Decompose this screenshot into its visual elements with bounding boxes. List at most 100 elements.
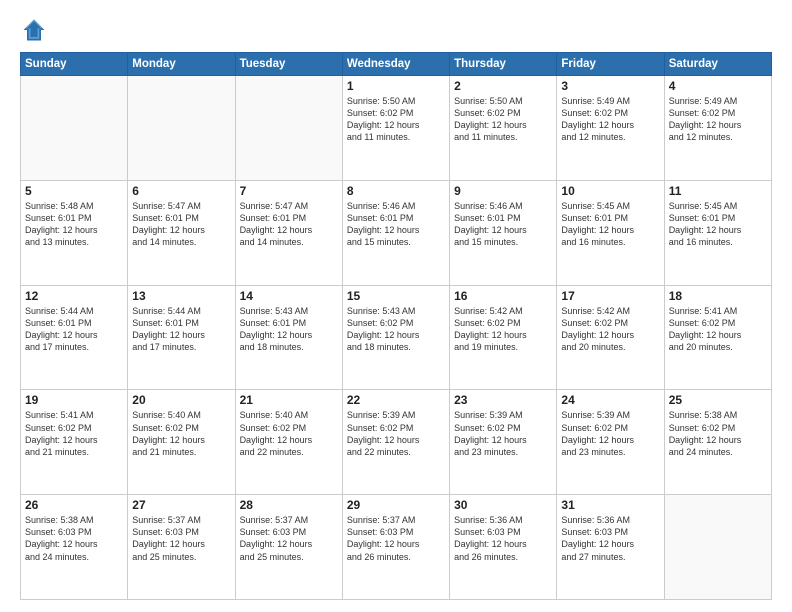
calendar-cell: 23 Sunrise: 5:39 AM Sunset: 6:02 PM Dayli… <box>450 390 557 495</box>
cell-sun-info: Sunrise: 5:39 AM Sunset: 6:02 PM Dayligh… <box>454 409 552 458</box>
day-number: 28 <box>240 498 338 512</box>
cell-sun-info: Sunrise: 5:45 AM Sunset: 6:01 PM Dayligh… <box>561 200 659 249</box>
calendar-cell <box>21 76 128 181</box>
calendar-cell: 3Sunrise: 5:49 AM Sunset: 6:02 PM Daylig… <box>557 76 664 181</box>
day-number: 6 <box>132 184 230 198</box>
calendar-cell: 2Sunrise: 5:50 AM Sunset: 6:02 PM Daylig… <box>450 76 557 181</box>
calendar-cell: 5 Sunrise: 5:48 AM Sunset: 6:01 PM Daylig… <box>21 180 128 285</box>
cell-sun-info: Sunrise: 5:44 AM Sunset: 6:01 PM Dayligh… <box>132 305 230 354</box>
cell-sun-info: Sunrise: 5:41 AM Sunset: 6:02 PM Dayligh… <box>669 305 767 354</box>
day-number: 5 <box>25 184 123 198</box>
calendar-cell: 25 Sunrise: 5:38 AM Sunset: 6:02 PM Dayli… <box>664 390 771 495</box>
calendar-cell: 12Sunrise: 5:44 AM Sunset: 6:01 PM Dayli… <box>21 285 128 390</box>
day-number: 31 <box>561 498 659 512</box>
calendar-week-row: 12 Sunrise: 5:44 AM Sunset: 6:01 PM Dayli… <box>21 285 772 390</box>
day-number: 21 <box>240 393 338 407</box>
calendar-cell <box>235 76 342 181</box>
calendar-week-row: 1 Sunrise: 5:50 AM Sunset: 6:02 PM Daylig… <box>21 76 772 181</box>
day-number: 18 <box>669 289 767 303</box>
day-number: 11 <box>669 184 767 198</box>
logo <box>20 16 52 44</box>
calendar-cell: 20 Sunrise: 5:40 AM Sunset: 6:02 PM Dayli… <box>128 390 235 495</box>
cell-sun-info: Sunrise: 5:47 AM Sunset: 6:01 PM Dayligh… <box>240 200 338 249</box>
cell-sun-info: Sunrise: 5:42 AM Sunset: 6:02 PM Dayligh… <box>454 305 552 354</box>
calendar-cell: 29 Sunrise: 5:37 AM Sunset: 6:03 PM Dayli… <box>342 495 449 600</box>
cell-sun-info: Sunrise: 5:50 AM Sunset: 6:02 PM Dayligh… <box>454 95 552 144</box>
calendar-cell: 17 Sunrise: 5:42 AM Sunset: 6:02 PM Dayli… <box>557 285 664 390</box>
calendar-week-row: 5 Sunrise: 5:48 AM Sunset: 6:01 PM Daylig… <box>21 180 772 285</box>
cell-sun-info: Sunrise: 5:40 AM Sunset: 6:02 PM Dayligh… <box>132 409 230 458</box>
day-number: 23 <box>454 393 552 407</box>
cell-sun-info: Sunrise: 5:37 AM Sunset: 6:03 PM Dayligh… <box>347 514 445 563</box>
calendar-cell: 14Sunrise: 5:43 AM Sunset: 6:01 PM Dayli… <box>235 285 342 390</box>
cell-sun-info: Sunrise: 5:41 AM Sunset: 6:02 PM Dayligh… <box>25 409 123 458</box>
cell-sun-info: Sunrise: 5:38 AM Sunset: 6:03 PM Dayligh… <box>25 514 123 563</box>
calendar-header-row: SundayMondayTuesdayWednesdayThursdayFrid… <box>21 53 772 76</box>
day-number: 20 <box>132 393 230 407</box>
day-number: 17 <box>561 289 659 303</box>
day-number: 29 <box>347 498 445 512</box>
cell-sun-info: Sunrise: 5:36 AM Sunset: 6:03 PM Dayligh… <box>561 514 659 563</box>
calendar-cell: 15 Sunrise: 5:43 AM Sunset: 6:02 PM Dayli… <box>342 285 449 390</box>
cell-sun-info: Sunrise: 5:40 AM Sunset: 6:02 PM Dayligh… <box>240 409 338 458</box>
calendar-cell: 21 Sunrise: 5:40 AM Sunset: 6:02 PM Dayli… <box>235 390 342 495</box>
calendar-cell: 31 Sunrise: 5:36 AM Sunset: 6:03 PM Dayli… <box>557 495 664 600</box>
calendar-table: SundayMondayTuesdayWednesdayThursdayFrid… <box>20 52 772 600</box>
cell-sun-info: Sunrise: 5:48 AM Sunset: 6:01 PM Dayligh… <box>25 200 123 249</box>
header <box>20 16 772 44</box>
calendar-cell: 27 Sunrise: 5:37 AM Sunset: 6:03 PM Dayli… <box>128 495 235 600</box>
day-number: 24 <box>561 393 659 407</box>
calendar-cell: 8 Sunrise: 5:46 AM Sunset: 6:01 PM Daylig… <box>342 180 449 285</box>
day-number: 22 <box>347 393 445 407</box>
day-number: 1 <box>347 79 445 93</box>
day-number: 25 <box>669 393 767 407</box>
day-number: 26 <box>25 498 123 512</box>
cell-sun-info: Sunrise: 5:46 AM Sunset: 6:01 PM Dayligh… <box>454 200 552 249</box>
page: SundayMondayTuesdayWednesdayThursdayFrid… <box>0 0 792 612</box>
day-number: 4 <box>669 79 767 93</box>
calendar-cell: 7 Sunrise: 5:47 AM Sunset: 6:01 PM Daylig… <box>235 180 342 285</box>
cell-sun-info: Sunrise: 5:42 AM Sunset: 6:02 PM Dayligh… <box>561 305 659 354</box>
day-number: 27 <box>132 498 230 512</box>
day-number: 30 <box>454 498 552 512</box>
day-number: 15 <box>347 289 445 303</box>
calendar-cell: 18 Sunrise: 5:41 AM Sunset: 6:02 PM Dayli… <box>664 285 771 390</box>
calendar-cell: 11 Sunrise: 5:45 AM Sunset: 6:01 PM Dayli… <box>664 180 771 285</box>
weekday-header: Sunday <box>21 53 128 76</box>
calendar-cell: 28 Sunrise: 5:37 AM Sunset: 6:03 PM Dayli… <box>235 495 342 600</box>
cell-sun-info: Sunrise: 5:37 AM Sunset: 6:03 PM Dayligh… <box>240 514 338 563</box>
weekday-header: Monday <box>128 53 235 76</box>
cell-sun-info: Sunrise: 5:43 AM Sunset: 6:02 PM Dayligh… <box>347 305 445 354</box>
calendar-cell <box>664 495 771 600</box>
calendar-cell: 4 Sunrise: 5:49 AM Sunset: 6:02 PM Daylig… <box>664 76 771 181</box>
weekday-header: Friday <box>557 53 664 76</box>
logo-icon <box>20 16 48 44</box>
day-number: 9 <box>454 184 552 198</box>
day-number: 8 <box>347 184 445 198</box>
day-number: 13 <box>132 289 230 303</box>
day-number: 19 <box>25 393 123 407</box>
cell-sun-info: Sunrise: 5:39 AM Sunset: 6:02 PM Dayligh… <box>561 409 659 458</box>
weekday-header: Saturday <box>664 53 771 76</box>
day-number: 16 <box>454 289 552 303</box>
cell-sun-info: Sunrise: 5:38 AM Sunset: 6:02 PM Dayligh… <box>669 409 767 458</box>
cell-sun-info: Sunrise: 5:46 AM Sunset: 6:01 PM Dayligh… <box>347 200 445 249</box>
calendar-week-row: 19 Sunrise: 5:41 AM Sunset: 6:02 PM Dayli… <box>21 390 772 495</box>
calendar-cell: 30Sunrise: 5:36 AM Sunset: 6:03 PM Dayli… <box>450 495 557 600</box>
calendar-cell <box>128 76 235 181</box>
cell-sun-info: Sunrise: 5:39 AM Sunset: 6:02 PM Dayligh… <box>347 409 445 458</box>
calendar-cell: 22 Sunrise: 5:39 AM Sunset: 6:02 PM Dayli… <box>342 390 449 495</box>
day-number: 7 <box>240 184 338 198</box>
weekday-header: Thursday <box>450 53 557 76</box>
calendar-cell: 6Sunrise: 5:47 AM Sunset: 6:01 PM Daylig… <box>128 180 235 285</box>
weekday-header: Wednesday <box>342 53 449 76</box>
day-number: 12 <box>25 289 123 303</box>
calendar-cell: 24 Sunrise: 5:39 AM Sunset: 6:02 PM Dayli… <box>557 390 664 495</box>
cell-sun-info: Sunrise: 5:45 AM Sunset: 6:01 PM Dayligh… <box>669 200 767 249</box>
calendar-cell: 13 Sunrise: 5:44 AM Sunset: 6:01 PM Dayli… <box>128 285 235 390</box>
cell-sun-info: Sunrise: 5:37 AM Sunset: 6:03 PM Dayligh… <box>132 514 230 563</box>
calendar-cell: 1 Sunrise: 5:50 AM Sunset: 6:02 PM Daylig… <box>342 76 449 181</box>
cell-sun-info: Sunrise: 5:50 AM Sunset: 6:02 PM Dayligh… <box>347 95 445 144</box>
cell-sun-info: Sunrise: 5:49 AM Sunset: 6:02 PM Dayligh… <box>669 95 767 144</box>
cell-sun-info: Sunrise: 5:43 AM Sunset: 6:01 PM Dayligh… <box>240 305 338 354</box>
